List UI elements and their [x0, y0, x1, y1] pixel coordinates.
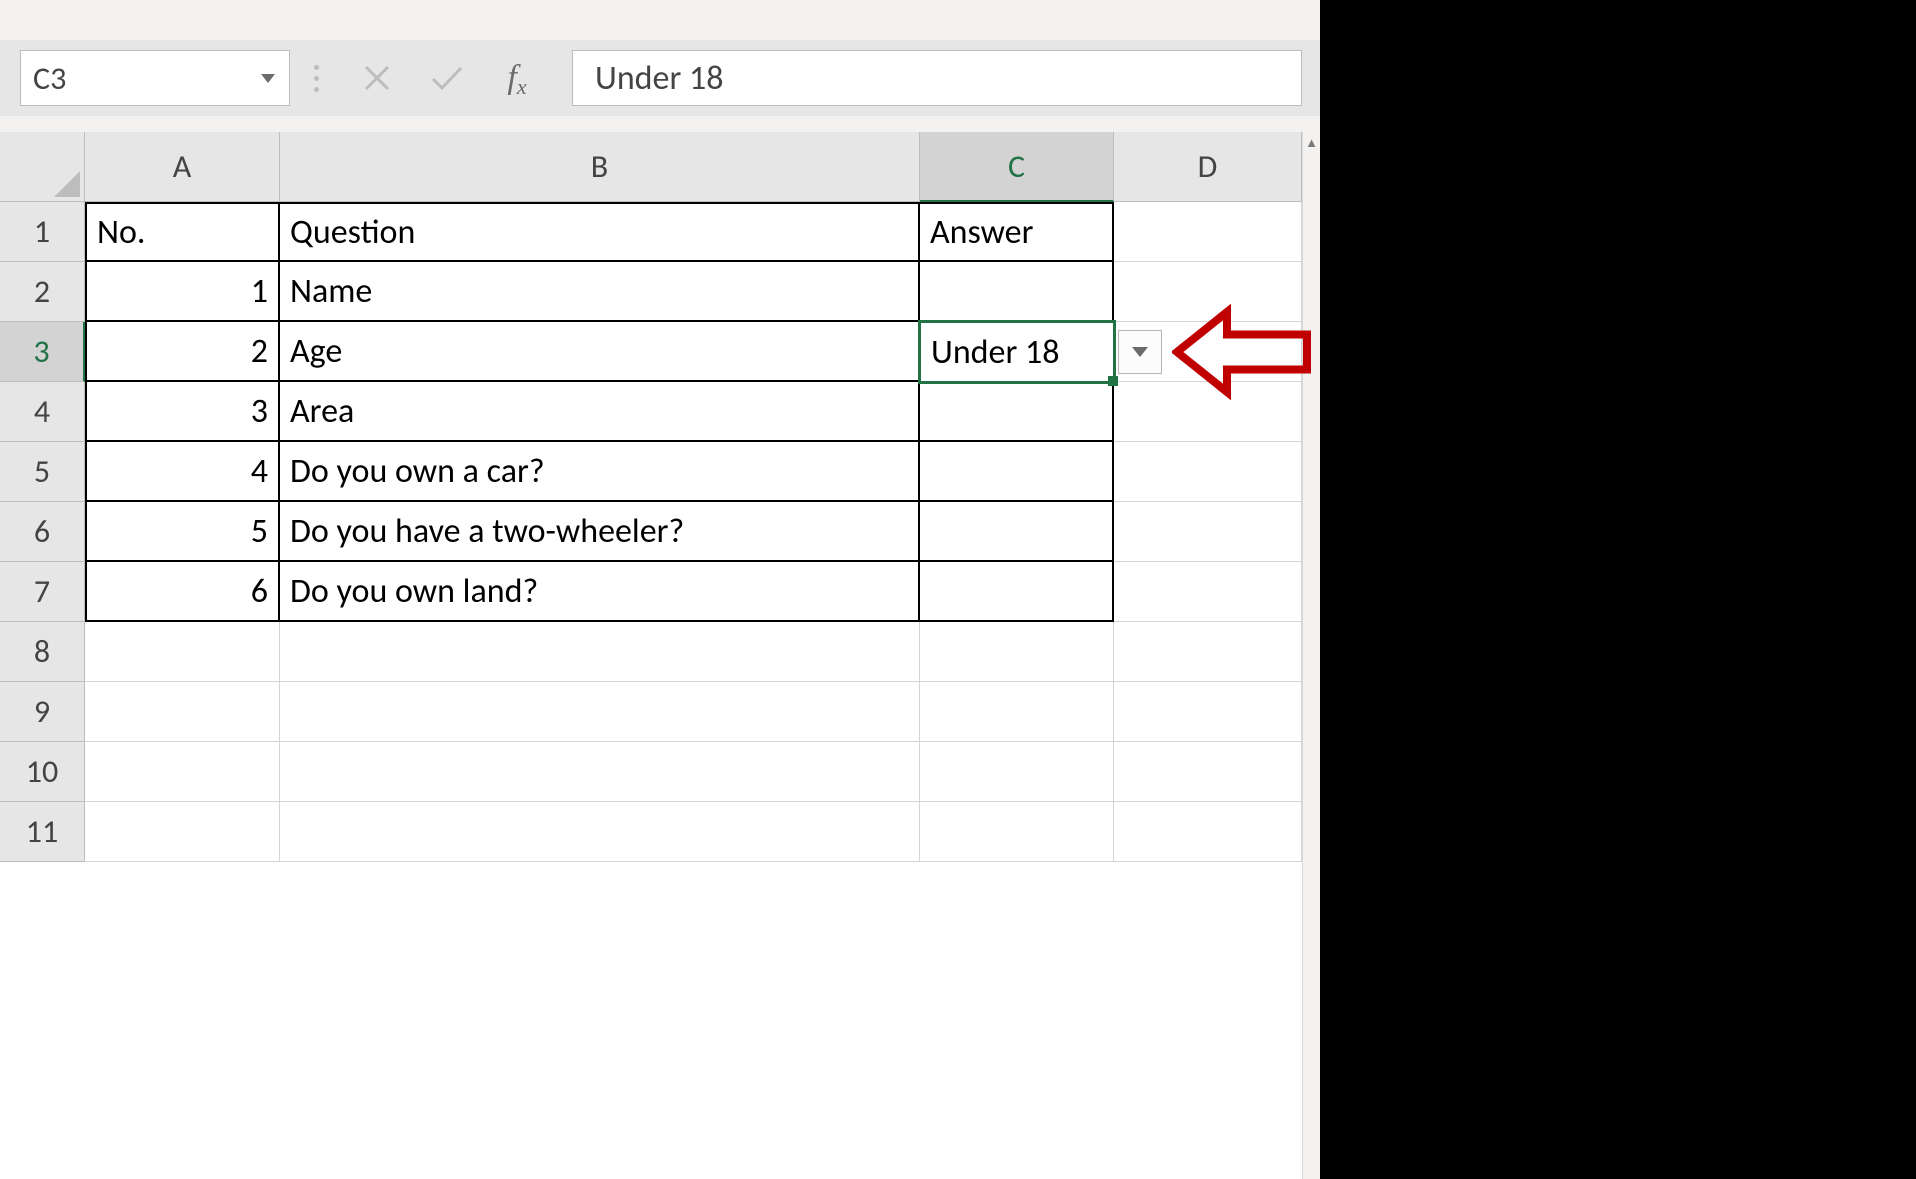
row-header-3[interactable]: 3 [0, 322, 85, 382]
cell-A3[interactable]: 2 [85, 322, 280, 382]
chevron-down-icon [1132, 347, 1148, 357]
row-header-4[interactable]: 4 [0, 382, 85, 442]
enter-button [412, 50, 482, 106]
cell-D10[interactable] [1114, 742, 1302, 802]
data-validation-dropdown-button[interactable] [1118, 330, 1162, 374]
annotation-arrow-icon [1172, 302, 1312, 402]
cell-A10[interactable] [85, 742, 280, 802]
cell-C3-value: Under 18 [931, 332, 1059, 373]
cell-B7[interactable]: Do you own land? [280, 562, 920, 622]
name-box-value: C3 [33, 59, 66, 98]
cell-C9[interactable] [920, 682, 1114, 742]
cell-C4[interactable] [920, 382, 1114, 442]
cell-C7[interactable] [920, 562, 1114, 622]
row-header-2[interactable]: 2 [0, 262, 85, 322]
name-box-dropdown-icon[interactable] [261, 74, 275, 83]
cell-D6[interactable] [1114, 502, 1302, 562]
row-header-8[interactable]: 8 [0, 622, 85, 682]
cell-A2[interactable]: 1 [85, 262, 280, 322]
cell-A7[interactable]: 6 [85, 562, 280, 622]
row-header-10[interactable]: 10 [0, 742, 85, 802]
row-header-1[interactable]: 1 [0, 202, 85, 262]
column-header-C[interactable]: C [920, 132, 1114, 202]
column-header-A[interactable]: A [85, 132, 280, 202]
cell-D9[interactable] [1114, 682, 1302, 742]
cell-D8[interactable] [1114, 622, 1302, 682]
cell-B3[interactable]: Age [280, 322, 920, 382]
cell-C1[interactable]: Answer [920, 202, 1114, 262]
cancel-button [342, 50, 412, 106]
insert-function-button[interactable]: fx [482, 50, 552, 106]
formula-input[interactable]: Under 18 [572, 50, 1302, 106]
cell-D11[interactable] [1114, 802, 1302, 862]
column-header-D[interactable]: D [1114, 132, 1302, 202]
cell-A6[interactable]: 5 [85, 502, 280, 562]
cell-C11[interactable] [920, 802, 1114, 862]
fx-icon: fx [507, 59, 526, 97]
cell-A8[interactable] [85, 622, 280, 682]
row-header-7[interactable]: 7 [0, 562, 85, 622]
cell-C3[interactable]: Under 18 [918, 320, 1116, 384]
cell-D7[interactable] [1114, 562, 1302, 622]
row-header-6[interactable]: 6 [0, 502, 85, 562]
cell-C5[interactable] [920, 442, 1114, 502]
cell-A9[interactable] [85, 682, 280, 742]
cell-C6[interactable] [920, 502, 1114, 562]
vertical-scrollbar[interactable]: ▲ [1302, 132, 1320, 1179]
cell-D5[interactable] [1114, 442, 1302, 502]
cell-B6[interactable]: Do you have a two-wheeler? [280, 502, 920, 562]
select-all-corner[interactable] [0, 132, 85, 202]
name-box[interactable]: C3 [20, 50, 290, 106]
spreadsheet-grid[interactable]: A B C D 1 No. Question Answer 2 1 Name [0, 132, 1302, 1179]
cell-B10[interactable] [280, 742, 920, 802]
cell-B5[interactable]: Do you own a car? [280, 442, 920, 502]
cell-B4[interactable]: Area [280, 382, 920, 442]
cell-B9[interactable] [280, 682, 920, 742]
cell-B1[interactable]: Question [280, 202, 920, 262]
cell-C8[interactable] [920, 622, 1114, 682]
cell-A5[interactable]: 4 [85, 442, 280, 502]
scroll-up-icon[interactable]: ▲ [1303, 132, 1320, 154]
cell-B8[interactable] [280, 622, 920, 682]
column-header-B[interactable]: B [280, 132, 920, 202]
formula-bar: C3 fx Under 18 [0, 40, 1320, 116]
row-header-5[interactable]: 5 [0, 442, 85, 502]
cell-C10[interactable] [920, 742, 1114, 802]
cell-A11[interactable] [85, 802, 280, 862]
cell-B11[interactable] [280, 802, 920, 862]
formula-bar-separator [300, 50, 332, 106]
cell-A1[interactable]: No. [85, 202, 280, 262]
cell-C2[interactable] [920, 262, 1114, 322]
cell-D1[interactable] [1114, 202, 1302, 262]
row-header-9[interactable]: 9 [0, 682, 85, 742]
cell-A4[interactable]: 3 [85, 382, 280, 442]
row-header-11[interactable]: 11 [0, 802, 85, 862]
cell-B2[interactable]: Name [280, 262, 920, 322]
formula-input-value: Under 18 [595, 58, 723, 99]
fill-handle[interactable] [1108, 376, 1118, 386]
